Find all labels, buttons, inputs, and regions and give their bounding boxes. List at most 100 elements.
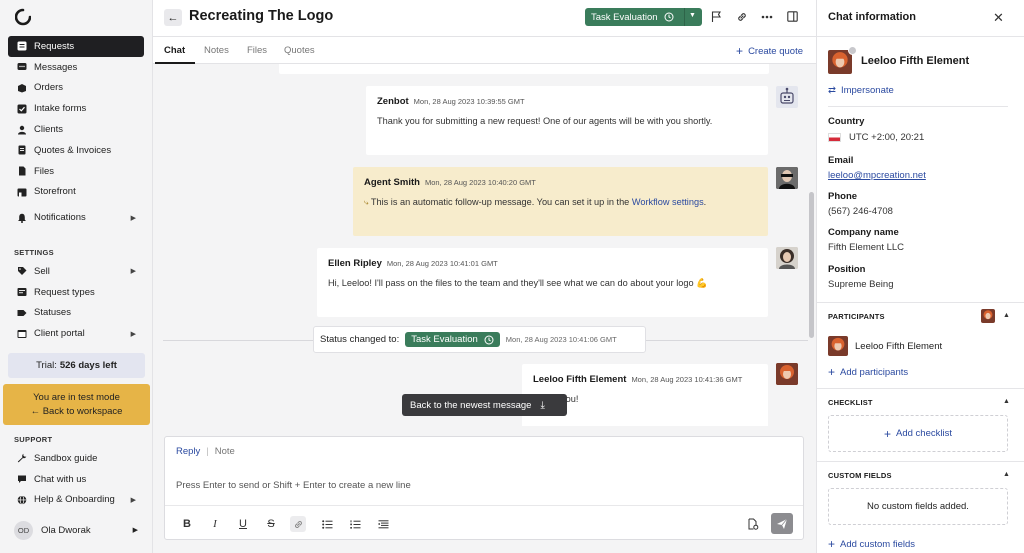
link-icon[interactable] <box>735 10 748 23</box>
tab-chat[interactable]: Chat <box>164 45 185 56</box>
back-to-workspace-link[interactable]: ← Back to workspace <box>3 405 150 419</box>
requests-icon <box>16 41 27 52</box>
sidebar-item-notifications[interactable]: Notifications ▶ <box>8 207 144 228</box>
bold-icon[interactable]: B <box>179 516 195 532</box>
send-icon <box>777 518 788 529</box>
chevron-right-icon: ▶ <box>130 214 136 222</box>
composer-tab-note[interactable]: Note <box>215 446 235 457</box>
company-label: Company name <box>828 227 899 238</box>
chat-scrollbar[interactable] <box>808 64 816 426</box>
impersonate-icon: ⇄ <box>828 85 836 96</box>
message-input[interactable]: Press Enter to send or Shift + Enter to … <box>176 480 411 491</box>
back-button[interactable]: ← <box>164 9 182 26</box>
bullet-list-icon[interactable] <box>319 516 335 532</box>
sidebar-item-files[interactable]: Files <box>8 161 144 182</box>
add-custom-fields-label: Add custom fields <box>840 538 915 550</box>
chat-scrollbar-thumb[interactable] <box>809 192 814 338</box>
request-tabs: Chat Notes Files Quotes + Create quote <box>153 37 816 64</box>
indent-list-icon[interactable] <box>375 516 391 532</box>
sidebar-item-messages[interactable]: Messages <box>8 57 144 78</box>
strikethrough-icon[interactable]: S <box>263 516 279 532</box>
message-author: Leeloo Fifth Element <box>533 374 627 385</box>
add-custom-fields-button[interactable]: + Add custom fields <box>828 537 915 551</box>
sidebar-toggle-icon[interactable] <box>786 10 799 23</box>
tab-quotes[interactable]: Quotes <box>284 45 315 56</box>
send-button[interactable] <box>771 513 793 534</box>
status-dropdown[interactable]: Task Evaluation ▼ <box>585 8 702 26</box>
composer-toolbar: B I U S <box>165 505 803 540</box>
user-name: Ola Dworak <box>41 524 91 536</box>
create-quote-button[interactable]: + Create quote <box>736 44 803 58</box>
tab-files[interactable]: Files <box>247 45 267 56</box>
sidebar-item-quotes-invoices[interactable]: Quotes & Invoices <box>8 140 144 161</box>
create-quote-label: Create quote <box>748 45 803 57</box>
italic-icon[interactable]: I <box>207 516 223 532</box>
sidebar-item-requests[interactable]: Requests <box>8 36 144 57</box>
company-value: Fifth Element LLC <box>828 242 905 253</box>
country-value: UTC +2:00, 20:21 <box>828 132 924 143</box>
email-value[interactable]: leeloo@mpcreation.net <box>828 170 926 181</box>
close-icon[interactable]: ✕ <box>993 10 1004 26</box>
attach-file-icon[interactable] <box>745 516 761 532</box>
sidebar-item-request-types[interactable]: Request types <box>8 282 144 303</box>
collapse-custom-fields-icon[interactable]: ▲ <box>1003 471 1010 478</box>
add-participants-label: Add participants <box>840 366 909 378</box>
back-to-workspace-label: Back to workspace <box>42 406 123 417</box>
status-change-label: Status changed to: <box>320 334 400 345</box>
test-mode-text: You are in test mode <box>33 392 120 403</box>
globe-icon <box>16 494 27 505</box>
message-author: Ellen Ripley <box>328 258 382 269</box>
add-participants-button[interactable]: + Add participants <box>828 365 908 379</box>
sidebar-item-storefront[interactable]: Storefront <box>8 182 144 203</box>
chat-info-panel: Chat information ✕ Leeloo Fifth Element … <box>816 0 1024 553</box>
settings-section-title: SETTINGS <box>14 248 54 257</box>
tab-notes[interactable]: Notes <box>204 45 229 56</box>
custom-fields-section-title: CUSTOM FIELDS <box>828 471 892 480</box>
sidebar-item-client-portal[interactable]: Client portal ▶ <box>8 323 144 344</box>
chat-feed[interactable]: Zenbot Mon, 28 Aug 2023 10:39:55 GMT Than… <box>153 64 816 426</box>
status-label: Task Evaluation <box>591 11 658 23</box>
composer-tab-separator: | <box>206 446 209 457</box>
message-card: Zenbot Mon, 28 Aug 2023 10:39:55 GMT Than… <box>366 86 768 155</box>
clients-icon <box>16 124 27 135</box>
sidebar-item-sell[interactable]: Sell ▶ <box>8 261 144 282</box>
status-change-time: Mon, 28 Aug 2023 10:41:06 GMT <box>505 335 617 344</box>
more-icon[interactable] <box>760 10 773 23</box>
back-to-newest-button[interactable]: Back to the newest message ⤓ <box>402 394 567 416</box>
sidebar-item-intake-forms[interactable]: Intake forms <box>8 98 144 119</box>
messages-icon <box>16 62 27 73</box>
plus-icon: + <box>884 426 892 441</box>
link-icon[interactable] <box>290 516 306 532</box>
user-menu[interactable]: OD Ola Dworak ▶ <box>8 519 144 541</box>
sidebar-item-label: Intake forms <box>34 103 87 115</box>
collapse-checklist-icon[interactable]: ▲ <box>1003 398 1010 405</box>
sidebar-item-label: Quotes & Invoices <box>34 144 112 156</box>
add-checklist-button[interactable]: + Add checklist <box>828 415 1008 452</box>
sidebar-item-chat-with-us[interactable]: Chat with us <box>8 469 144 490</box>
contact-name: Leeloo Fifth Element <box>861 55 970 67</box>
sidebar-item-help-onboarding[interactable]: Help & Onboarding ▶ <box>8 490 144 511</box>
collapse-participants-icon[interactable]: ▲ <box>1003 312 1010 319</box>
chevron-down-icon[interactable]: ▼ <box>689 12 696 19</box>
workflow-settings-link[interactable]: Workflow settings <box>632 197 704 207</box>
panel-divider <box>817 388 1024 389</box>
flag-icon[interactable] <box>710 10 723 23</box>
presence-indicator <box>848 46 857 55</box>
sidebar-item-label: Clients <box>34 124 64 136</box>
message-author: Agent Smith <box>364 177 420 188</box>
sidebar-item-orders[interactable]: Orders <box>8 78 144 99</box>
settings-nav: Sell ▶ Request types Statuses Client por… <box>8 261 144 344</box>
request-header: ← Recreating The Logo Task Evaluation ▼ <box>153 0 816 37</box>
app-logo-icon[interactable] <box>15 8 31 26</box>
impersonate-link[interactable]: ⇄ Impersonate <box>828 85 894 96</box>
numbered-list-icon[interactable] <box>347 516 363 532</box>
sidebar-item-sandbox-guide[interactable]: Sandbox guide <box>8 448 144 469</box>
sidebar-item-statuses[interactable]: Statuses <box>8 303 144 324</box>
message-time: Mon, 28 Aug 2023 10:41:36 GMT <box>631 375 743 384</box>
status-divider <box>684 8 685 26</box>
underline-icon[interactable]: U <box>235 516 251 532</box>
composer-tab-reply[interactable]: Reply <box>176 446 200 457</box>
timezone-value: UTC +2:00, 20:21 <box>849 132 925 143</box>
sidebar-item-clients[interactable]: Clients <box>8 119 144 140</box>
message-time: Mon, 28 Aug 2023 10:41:01 GMT <box>386 259 498 268</box>
